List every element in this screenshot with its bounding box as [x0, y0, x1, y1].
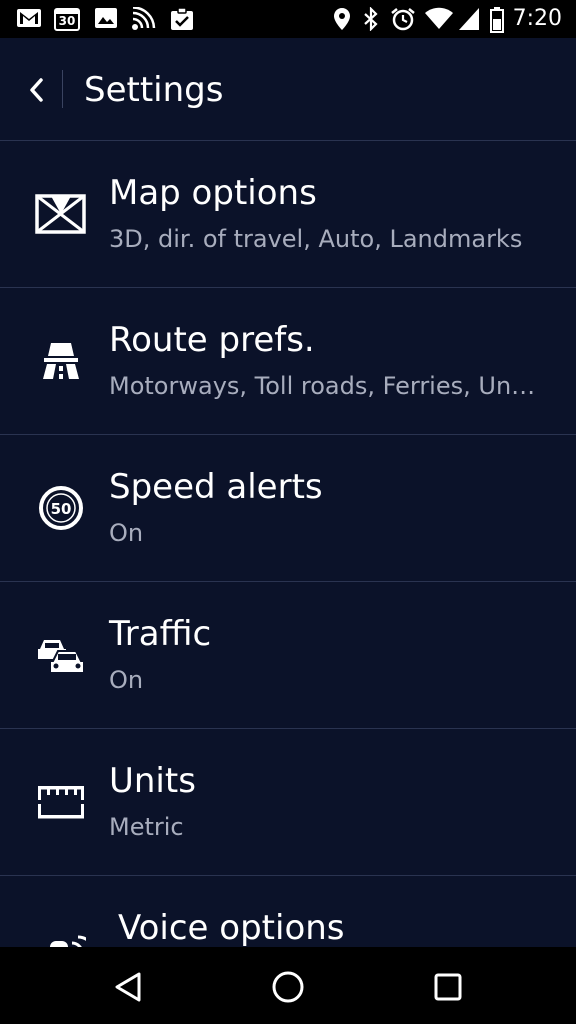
settings-item-route-prefs[interactable]: Route prefs. Motorways, Toll roads, Ferr…: [0, 288, 576, 435]
task-icon: [171, 7, 193, 30]
cell-signal-icon: [459, 8, 479, 30]
nav-recents-button[interactable]: [426, 965, 470, 1009]
item-title: Voice options: [118, 908, 345, 947]
settings-item-speed-alerts[interactable]: 50 Speed alerts On: [0, 435, 576, 582]
item-subtitle: Motorways, Toll roads, Ferries, Unpaved …: [109, 372, 549, 400]
settings-item-map-options[interactable]: Map options 3D, dir. of travel, Auto, La…: [0, 141, 576, 288]
item-subtitle: 3D, dir. of travel, Auto, Landmarks: [109, 225, 523, 253]
app-bar: Settings: [0, 38, 576, 141]
map-icon: [32, 185, 90, 243]
item-title: Units: [109, 761, 196, 801]
alarm-icon: [391, 8, 415, 31]
item-title: Route prefs.: [109, 320, 315, 360]
chevron-left-icon: [30, 78, 43, 102]
speed-limit-icon: 50: [32, 479, 90, 537]
wifi-icon: [425, 7, 453, 29]
app-bar-divider: [62, 70, 63, 108]
traffic-icon: [32, 626, 90, 684]
triangle-back-icon: [115, 972, 141, 1002]
image-icon: [95, 8, 117, 28]
circle-home-icon: [272, 971, 304, 1003]
status-time: 7:20: [512, 6, 562, 31]
page-title: Settings: [84, 70, 224, 110]
item-subtitle: On: [109, 666, 144, 694]
location-icon: [334, 8, 350, 30]
item-title: Speed alerts: [109, 467, 323, 507]
settings-item-voice-options[interactable]: Voice options: [0, 876, 576, 947]
gmail-icon: [17, 9, 41, 27]
item-title: Traffic: [109, 614, 212, 654]
settings-item-traffic[interactable]: Traffic On: [0, 582, 576, 729]
item-subtitle: Metric: [109, 813, 184, 841]
speed-limit-value: 50: [51, 500, 72, 518]
signal-stream-icon: [132, 7, 156, 30]
nav-back-button[interactable]: [106, 965, 150, 1009]
status-bar: 30 7:20: [0, 0, 576, 38]
navigation-bar: [0, 947, 576, 1024]
item-subtitle: On: [109, 519, 144, 547]
calendar-day: 30: [58, 14, 76, 28]
bluetooth-icon: [364, 7, 378, 31]
back-button[interactable]: [18, 68, 54, 112]
ruler-icon: [32, 773, 90, 831]
settings-list: Map options 3D, dir. of travel, Auto, La…: [0, 141, 576, 947]
nav-home-button[interactable]: [266, 965, 310, 1009]
settings-item-units[interactable]: Units Metric: [0, 729, 576, 876]
item-title: Map options: [109, 173, 317, 213]
square-recents-icon: [434, 973, 462, 1001]
voice-icon: [32, 922, 90, 947]
motorway-icon: [32, 332, 90, 390]
battery-icon: [490, 7, 504, 33]
